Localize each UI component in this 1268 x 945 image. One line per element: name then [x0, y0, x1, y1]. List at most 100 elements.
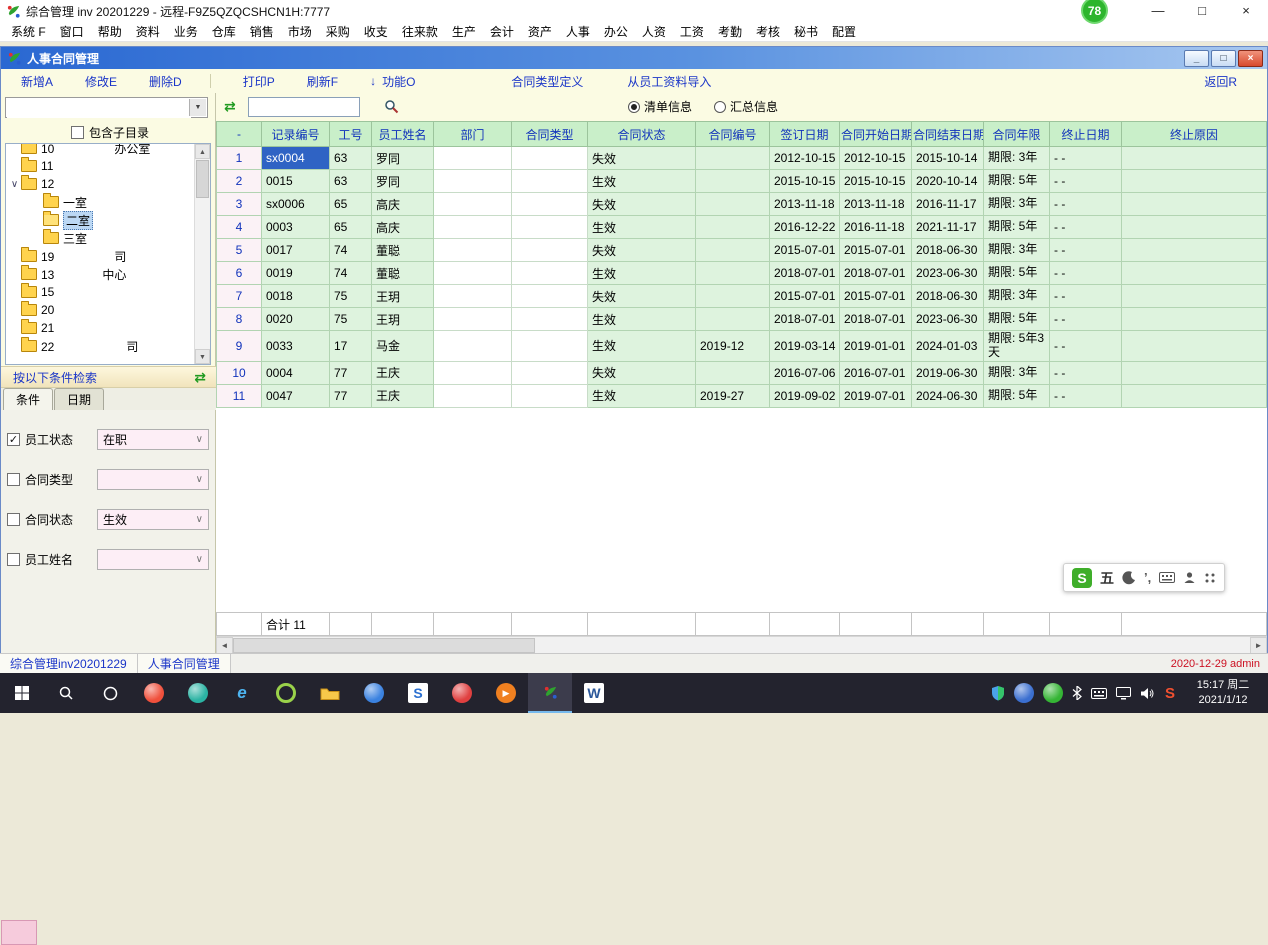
menu-item[interactable]: 仓库	[205, 23, 243, 40]
minimize-button[interactable]: —	[1136, 0, 1180, 22]
close-button[interactable]: ×	[1224, 0, 1268, 22]
scroll-right-icon[interactable]: ►	[1250, 637, 1267, 654]
column-header[interactable]: 合同类型	[512, 122, 588, 147]
table-row[interactable]: 5001774董聪失效2015-07-012015-07-012018-06-3…	[217, 239, 1267, 262]
ime-logo-icon[interactable]: S	[1072, 568, 1092, 588]
scroll-left-icon[interactable]: ◄	[216, 637, 233, 654]
taskbar-app-zonghe[interactable]	[528, 673, 572, 713]
scrollbar-thumb[interactable]	[233, 638, 535, 653]
ime-mode-label[interactable]: 五	[1100, 568, 1114, 588]
column-header[interactable]: 签订日期	[770, 122, 840, 147]
column-header[interactable]: 终止原因	[1122, 122, 1267, 147]
tree-item[interactable]: 20	[6, 301, 210, 319]
taskbar-app-explorer[interactable]	[320, 685, 340, 701]
tray-sogou-icon[interactable]: S	[1165, 685, 1175, 702]
radio-option[interactable]: 清单信息	[628, 98, 692, 115]
include-subdir-checkbox[interactable]	[71, 126, 84, 139]
tree-item[interactable]: 22 司	[6, 337, 210, 355]
search-icon[interactable]	[384, 99, 399, 117]
taskbar-app-player[interactable]: ▶	[496, 683, 516, 703]
taskbar-app-player[interactable]: ▶	[484, 673, 528, 713]
chevron-down-icon[interactable]: ▼	[189, 99, 206, 116]
column-header[interactable]: 工号	[330, 122, 372, 147]
menu-item[interactable]: 业务	[167, 23, 205, 40]
menu-item[interactable]: 资产	[521, 23, 559, 40]
column-header[interactable]: 合同编号	[696, 122, 770, 147]
summary-info-radio[interactable]	[714, 101, 726, 113]
condition-checkbox[interactable]	[7, 473, 20, 486]
import-from-staff-button[interactable]: 从员工资料导入	[627, 73, 711, 90]
column-header[interactable]: 合同年限	[984, 122, 1050, 147]
back-button[interactable]: 返回R	[1204, 73, 1237, 90]
quick-search-input[interactable]	[248, 97, 360, 117]
table-row[interactable]: 9003317马金生效2019-122019-03-142019-01-0120…	[217, 331, 1267, 362]
start-button-slot[interactable]	[0, 673, 44, 713]
tray-display-icon[interactable]	[1116, 687, 1131, 700]
taskbar-app-lenovo[interactable]	[440, 673, 484, 713]
tray-bluetooth-icon[interactable]	[1072, 686, 1082, 700]
taskbar-app-sogou[interactable]: S	[408, 683, 428, 703]
table-row[interactable]: 3sx000665高庆失效2013-11-182013-11-182016-11…	[217, 193, 1267, 216]
inner-minimize-button[interactable]: _	[1184, 50, 1209, 67]
table-row[interactable]: 8002075王玥生效2018-07-012018-07-012023-06-3…	[217, 308, 1267, 331]
print-button[interactable]: 打印P	[243, 73, 275, 90]
column-header[interactable]: 终止日期	[1050, 122, 1122, 147]
menu-item[interactable]: 市场	[281, 23, 319, 40]
taskbar-app-lenovo[interactable]	[452, 683, 472, 703]
chevron-down-icon[interactable]: ∨	[196, 474, 203, 485]
condition-combo[interactable]: ∨	[97, 549, 209, 570]
menu-item[interactable]: 采购	[319, 23, 357, 40]
condition-checkbox[interactable]: ✓	[7, 433, 20, 446]
task-view-button[interactable]	[102, 685, 119, 702]
taskbar-app-ie[interactable]: e	[237, 683, 246, 703]
column-header[interactable]: 员工姓名	[372, 122, 434, 147]
column-header[interactable]: 合同结束日期	[912, 122, 984, 147]
search-button-slot[interactable]	[44, 673, 88, 713]
inner-close-button[interactable]: ×	[1238, 50, 1263, 67]
tray-remote-icon[interactable]	[1014, 683, 1034, 703]
start-button[interactable]	[14, 685, 30, 701]
taskbar-app-word[interactable]: W	[572, 673, 616, 713]
menu-item[interactable]: 工资	[673, 23, 711, 40]
condition-combo[interactable]: ∨	[97, 469, 209, 490]
add-button[interactable]: 新增A	[21, 73, 53, 90]
scrollbar-track[interactable]	[233, 637, 1250, 654]
menu-item[interactable]: 系统 F	[4, 23, 53, 40]
menu-item[interactable]: 生产	[445, 23, 483, 40]
taskbar-app-qq[interactable]	[144, 683, 164, 703]
ime-toolbar[interactable]: S 五 ’,	[1063, 563, 1225, 592]
tray-status-icon[interactable]	[1043, 683, 1063, 703]
delete-button[interactable]: 删除D	[149, 73, 182, 90]
tree-item[interactable]: 二室	[6, 211, 210, 229]
menu-item[interactable]: 人资	[635, 23, 673, 40]
menu-item[interactable]: 人事	[559, 23, 597, 40]
taskbar-app-zonghe[interactable]	[543, 685, 558, 700]
tray-volume-icon[interactable]	[1140, 687, 1156, 700]
menu-item[interactable]: 销售	[243, 23, 281, 40]
menu-item[interactable]: 配置	[825, 23, 863, 40]
menu-item[interactable]: 考核	[749, 23, 787, 40]
ime-toolbox-icon[interactable]	[1204, 572, 1216, 584]
taskbar-app-ie[interactable]: e	[220, 673, 264, 713]
edit-button[interactable]: 修改E	[85, 73, 117, 90]
inner-maximize-button[interactable]: □	[1211, 50, 1236, 67]
taskbar-app-security[interactable]	[264, 673, 308, 713]
taskbar-app-word[interactable]: W	[584, 683, 604, 703]
status-tab-contract[interactable]: 人事合同管理	[138, 654, 231, 673]
tab-condition[interactable]: 条件	[3, 388, 53, 410]
list-info-radio[interactable]	[628, 101, 640, 113]
function-button[interactable]: 功能O	[382, 73, 415, 90]
menu-item[interactable]: 资料	[129, 23, 167, 40]
tree-item[interactable]: 21	[6, 319, 210, 337]
table-row[interactable]: 1sx000463罗同失效2012-10-152012-10-152015-10…	[217, 147, 1267, 170]
column-header[interactable]: 合同开始日期	[840, 122, 912, 147]
table-row[interactable]: 11004777王庆生效2019-272019-09-022019-07-012…	[217, 384, 1267, 407]
condition-checkbox[interactable]	[7, 553, 20, 566]
swap-icon[interactable]: ⇄	[224, 98, 236, 115]
taskbar-app-browser[interactable]	[364, 683, 384, 703]
table-row[interactable]: 10000477王庆失效2016-07-062016-07-012019-06-…	[217, 361, 1267, 384]
taskbar-app-qq[interactable]	[132, 673, 176, 713]
taskbar-app-feiq[interactable]	[188, 683, 208, 703]
tree-item[interactable]: 三室	[6, 229, 210, 247]
condition-combo[interactable]: 在职∨	[97, 429, 209, 450]
